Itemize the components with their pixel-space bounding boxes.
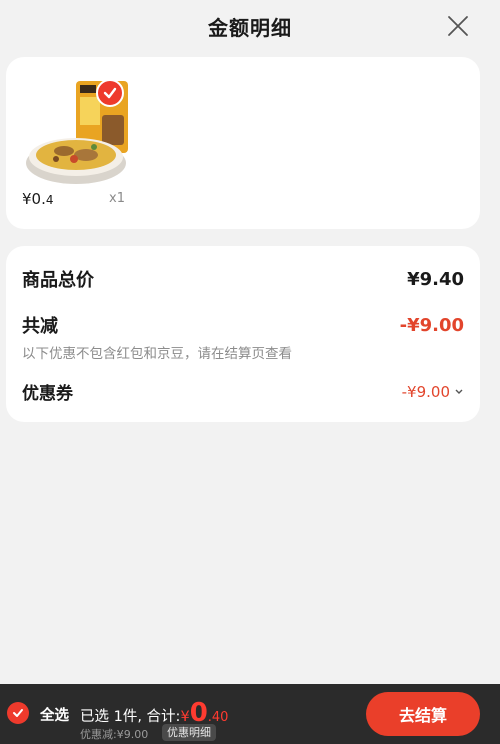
amount-detail-sheet: 金额明细 ¥0.4 x1 商品总价 ¥9.40 共减 -¥9.00 以下优惠不包… <box>0 0 500 684</box>
goods-quantity: x1 <box>109 191 125 206</box>
coupon-value[interactable]: -¥9.00 <box>402 383 464 401</box>
product-selected-check-icon[interactable] <box>96 79 124 107</box>
coupon-label: 优惠券 <box>22 384 73 404</box>
goods-card: ¥0.4 x1 <box>6 57 480 229</box>
total-value: ¥9.40 <box>407 268 464 290</box>
discount-note: 以下优惠不包含红包和京豆，请在结算页查看 <box>22 346 292 362</box>
reduce-label: 共减 <box>22 316 58 337</box>
coupon-row[interactable]: 优惠券 -¥9.00 <box>22 379 464 404</box>
chevron-down-icon <box>455 389 463 394</box>
discount-amount: 优惠减:¥9.00 <box>80 728 149 741</box>
goods-price: ¥0.4 <box>22 190 54 208</box>
select-all-check-icon[interactable] <box>7 702 29 724</box>
total-label: 商品总价 <box>22 270 94 291</box>
checkout-button[interactable]: 去结算 <box>366 692 480 736</box>
reduce-value: -¥9.00 <box>399 314 464 336</box>
total-amount: ¥0.40 <box>180 698 229 728</box>
close-icon[interactable] <box>446 14 470 38</box>
price-detail-card: 商品总价 ¥9.40 共减 -¥9.00 以下优惠不包含红包和京豆，请在结算页查… <box>6 246 480 422</box>
bottom-checkout-bar: 全选 已选 1件, 合计:¥0.40 优惠减:¥9.00 优惠明细 去结算 <box>0 684 500 744</box>
total-row: 商品总价 ¥9.40 <box>22 266 464 292</box>
discount-detail-button[interactable]: 优惠明细 <box>162 724 216 741</box>
sheet-title: 金额明细 <box>208 15 292 40</box>
sheet-header: 金额明细 <box>0 0 500 52</box>
reduce-row: 共减 -¥9.00 <box>22 312 464 338</box>
select-all-label[interactable]: 全选 <box>40 704 69 725</box>
